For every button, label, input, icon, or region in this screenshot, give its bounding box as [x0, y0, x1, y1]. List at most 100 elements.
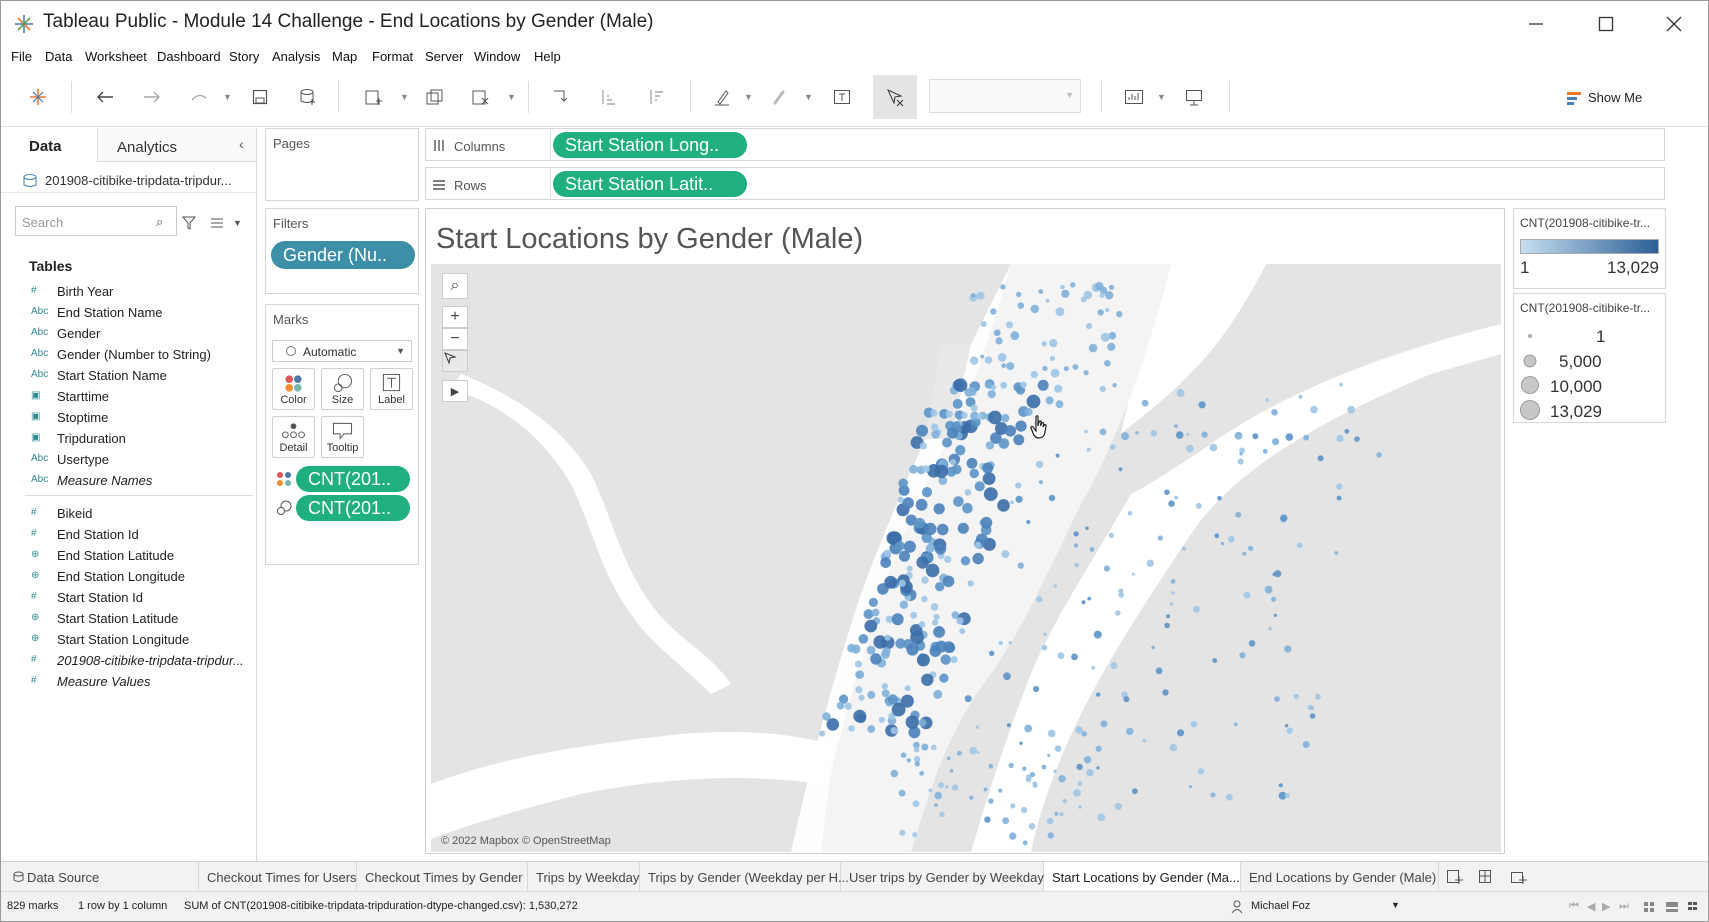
station-mark[interactable] — [949, 769, 954, 773]
station-mark[interactable] — [867, 690, 876, 699]
station-mark[interactable] — [853, 709, 867, 723]
menu-data[interactable]: Data — [45, 49, 72, 64]
station-mark[interactable] — [1081, 731, 1087, 737]
station-mark[interactable] — [1002, 817, 1010, 825]
station-mark[interactable] — [1072, 364, 1079, 370]
first-page-icon[interactable]: ⏮ — [1569, 900, 1579, 913]
station-mark[interactable] — [1060, 284, 1065, 290]
filter-pill-gender[interactable]: Gender (Nu.. — [271, 241, 415, 269]
station-mark[interactable] — [1061, 289, 1070, 298]
field-dimensions[interactable]: # Birth Year — [1, 282, 256, 303]
station-mark[interactable] — [1010, 500, 1014, 505]
station-mark[interactable] — [975, 725, 980, 729]
station-mark[interactable] — [1047, 729, 1056, 738]
station-mark[interactable] — [898, 579, 906, 587]
station-mark[interactable] — [1073, 543, 1079, 548]
station-mark[interactable] — [1055, 400, 1064, 409]
station-mark[interactable] — [1176, 389, 1185, 397]
station-mark[interactable] — [990, 308, 997, 315]
label-button[interactable]: Label — [370, 368, 413, 410]
field-measures[interactable]: ⊕ Start Station Latitude — [1, 609, 256, 630]
columns-shelf[interactable]: Columns Start Station Long.. — [425, 128, 1665, 162]
station-mark[interactable] — [906, 565, 913, 572]
station-mark[interactable] — [1017, 562, 1024, 569]
station-mark[interactable] — [884, 575, 898, 589]
station-mark[interactable] — [933, 626, 945, 638]
station-mark[interactable] — [906, 758, 911, 763]
chevron-down-icon[interactable]: ▼ — [233, 218, 242, 228]
field-dimensions[interactable]: Abc End Station Name — [1, 303, 256, 324]
station-mark[interactable] — [960, 556, 971, 566]
station-mark[interactable] — [881, 683, 889, 690]
station-mark[interactable] — [956, 750, 962, 756]
station-mark[interactable] — [1252, 433, 1259, 440]
station-mark[interactable] — [1307, 704, 1313, 711]
field-dimensions[interactable]: ▣ Tripduration — [1, 429, 256, 450]
station-mark[interactable] — [1248, 545, 1254, 551]
viz-title[interactable]: Start Locations by Gender (Male) — [436, 223, 863, 256]
station-mark[interactable] — [933, 689, 943, 699]
station-mark[interactable] — [964, 489, 972, 496]
station-mark[interactable] — [1046, 817, 1054, 825]
chevron-down-icon[interactable]: ▼ — [223, 92, 232, 102]
station-mark[interactable] — [1193, 605, 1200, 613]
station-mark[interactable] — [1049, 355, 1056, 361]
station-mark[interactable] — [915, 498, 928, 511]
station-mark[interactable] — [980, 321, 987, 328]
map-view[interactable]: ⌕ + − ▶ © 2022 Mapbox © OpenStreetMap — [431, 264, 1501, 852]
station-mark[interactable] — [1220, 541, 1225, 546]
station-mark[interactable] — [1021, 806, 1028, 814]
station-mark[interactable] — [1151, 645, 1155, 650]
station-mark[interactable] — [1334, 551, 1338, 555]
station-mark[interactable] — [1239, 447, 1246, 454]
station-mark[interactable] — [1118, 467, 1123, 472]
station-mark[interactable] — [1262, 448, 1268, 454]
filter-icon[interactable] — [182, 216, 196, 230]
station-mark[interactable] — [1234, 722, 1238, 727]
mark-type-dropdown[interactable]: Automatic ▼ — [272, 340, 412, 362]
station-mark[interactable] — [964, 695, 972, 703]
columns-pill-longitude[interactable]: Start Station Long.. — [553, 132, 747, 158]
station-mark[interactable] — [1049, 338, 1058, 348]
station-mark[interactable] — [1112, 383, 1117, 388]
station-mark[interactable] — [1239, 652, 1246, 659]
new-worksheet-icon[interactable] — [358, 82, 388, 112]
station-mark[interactable] — [884, 634, 891, 641]
back-icon[interactable] — [90, 82, 120, 112]
tab-start-locations[interactable]: Start Locations by Gender (Ma... — [1044, 862, 1241, 892]
station-mark[interactable] — [953, 496, 964, 507]
next-page-icon[interactable]: ▶ — [1602, 900, 1610, 913]
station-mark[interactable] — [1103, 565, 1110, 572]
station-mark[interactable] — [1015, 482, 1022, 489]
station-mark[interactable] — [945, 410, 953, 418]
station-mark[interactable] — [887, 694, 898, 705]
chevron-down-icon[interactable]: ▼ — [744, 92, 753, 102]
station-mark[interactable] — [899, 600, 909, 609]
station-mark[interactable] — [955, 445, 966, 456]
close-button[interactable] — [1639, 1, 1708, 47]
map-canvas[interactable] — [431, 264, 1501, 852]
station-mark[interactable] — [903, 540, 916, 553]
station-mark[interactable] — [1107, 342, 1116, 351]
station-mark[interactable] — [1047, 832, 1054, 839]
station-mark[interactable] — [1097, 309, 1104, 316]
station-mark[interactable] — [909, 464, 918, 474]
collapse-pane-icon[interactable]: ‹ — [239, 136, 244, 152]
station-mark[interactable] — [985, 441, 995, 450]
tab-user-trips[interactable]: User trips by Gender by Weekday — [841, 862, 1044, 892]
station-mark[interactable] — [1028, 823, 1036, 830]
station-mark[interactable] — [976, 413, 983, 420]
station-mark[interactable] — [894, 541, 905, 551]
station-mark[interactable] — [898, 789, 906, 797]
station-mark[interactable] — [1354, 436, 1360, 442]
station-mark[interactable] — [866, 645, 876, 655]
chevron-down-icon[interactable]: ▼ — [507, 92, 516, 102]
station-mark[interactable] — [1171, 591, 1175, 595]
station-mark[interactable] — [972, 552, 984, 565]
station-mark[interactable] — [934, 543, 947, 555]
station-mark[interactable] — [1063, 366, 1069, 372]
station-mark[interactable] — [900, 752, 907, 758]
station-mark[interactable] — [902, 497, 914, 509]
highlight-icon[interactable] — [707, 82, 737, 112]
station-mark[interactable] — [1135, 431, 1139, 435]
